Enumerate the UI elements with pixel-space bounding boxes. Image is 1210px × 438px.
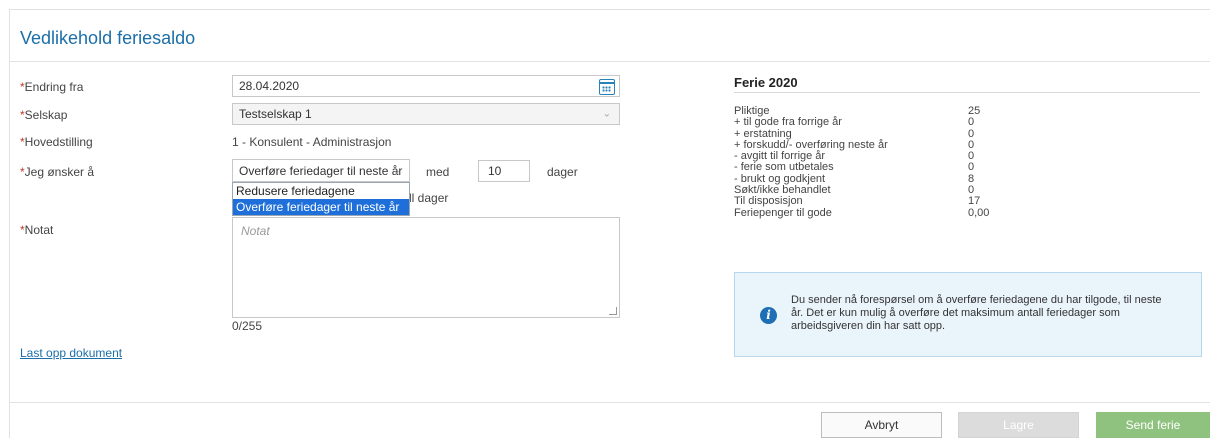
hovedstilling-label: Hovedstilling — [24, 135, 93, 149]
endring-date-field[interactable]: 28.04.2020 — [232, 75, 620, 97]
dropdown-option-overfore[interactable]: Overføre feriedager til neste år — [233, 199, 409, 215]
notat-placeholder: Notat — [241, 224, 270, 238]
notat-textarea[interactable]: Notat — [232, 217, 620, 318]
onsker-dropdown-list[interactable]: Redusere feriedagene Overføre feriedager… — [232, 182, 410, 216]
days-input[interactable]: 10 — [478, 160, 530, 182]
title-divider — [10, 61, 1210, 62]
dager-label: dager — [547, 165, 578, 179]
chevron-down-icon: ⌄ — [392, 165, 401, 176]
notat-label-row: *Notat — [20, 223, 53, 237]
summary-row: Feriepenger til gode 0,00 — [734, 206, 989, 219]
endring-label: Endring fra — [24, 80, 84, 94]
summary-row-label: Til disposisjon — [734, 195, 803, 208]
dropdown-option-redusere[interactable]: Redusere feriedagene — [233, 183, 409, 199]
selskap-value: Testselskap 1 — [239, 107, 312, 121]
hovedstilling-value: 1 - Konsulent - Administrasjon — [232, 135, 392, 149]
med-label: med — [426, 165, 450, 179]
summary-table: Pliktige 25 + til gode fra forrige år 0 + … — [734, 105, 989, 219]
summary-row-label: - brukt og godkjent — [734, 172, 826, 185]
page-title: Vedlikehold feriesaldo — [20, 28, 196, 48]
days-value: 10 — [488, 164, 502, 178]
onsker-select[interactable]: Overføre feriedager til neste år ⌄ — [232, 159, 410, 182]
summary-row-label: Feriepenger til gode — [734, 206, 832, 219]
selskap-select[interactable]: Testselskap 1 ⌄ — [232, 103, 620, 125]
summary-row-value: 0 — [968, 161, 975, 174]
onsker-label: Jeg ønsker å — [24, 165, 95, 179]
summary-row-label: Søkt/ikke behandlet — [734, 184, 831, 197]
notat-counter: 0/255 — [232, 319, 263, 333]
selskap-label: Selskap — [24, 108, 68, 122]
resize-handle-icon[interactable] — [609, 307, 617, 315]
endring-date-value: 28.04.2020 — [239, 79, 300, 93]
summary-row-value: 0,00 — [968, 206, 990, 219]
summary-row-value: 0 — [968, 127, 975, 140]
summary-row-value: 17 — [968, 195, 981, 208]
selskap-label-row: *Selskap — [20, 108, 67, 122]
summary-row-label: + erstatning — [734, 127, 792, 140]
summary-row-label: Pliktige — [734, 105, 770, 117]
summary-row-label: + forskudd/- overføring neste år — [734, 138, 888, 151]
footer-divider — [10, 402, 1210, 403]
upload-document-link[interactable]: Last opp dokument — [20, 346, 122, 360]
onsker-label-row: *Jeg ønsker å — [20, 165, 94, 179]
save-button[interactable]: Lagre — [958, 412, 1079, 438]
send-ferie-button[interactable]: Send ferie — [1096, 412, 1210, 438]
notat-label: Notat — [24, 223, 54, 237]
summary-row-value: 0 — [968, 116, 975, 129]
chevron-down-icon: ⌄ — [602, 108, 611, 120]
summary-divider — [734, 92, 1200, 93]
summary-row-label: - ferie som utbetales — [734, 161, 834, 174]
info-icon: i — [760, 307, 777, 324]
info-message-box: i Du sender nå forespørsel om å overføre… — [734, 272, 1202, 357]
calendar-icon[interactable] — [599, 79, 615, 95]
cancel-button[interactable]: Avbryt — [821, 412, 942, 438]
summary-title: Ferie 2020 — [734, 75, 798, 90]
hovedstilling-label-row: *Hovedstilling — [20, 135, 93, 149]
summary-row-label: - avgitt til forrige år — [734, 150, 826, 163]
endring-label-row: *Endring fra — [20, 80, 83, 94]
info-message-text: Du sender nå forespørsel om å overføre f… — [791, 294, 1162, 332]
partially-hidden-text: ll dager — [409, 191, 449, 205]
onsker-value: Overføre feriedager til neste år — [239, 163, 403, 178]
summary-row-label: + til gode fra forrige år — [734, 116, 842, 129]
